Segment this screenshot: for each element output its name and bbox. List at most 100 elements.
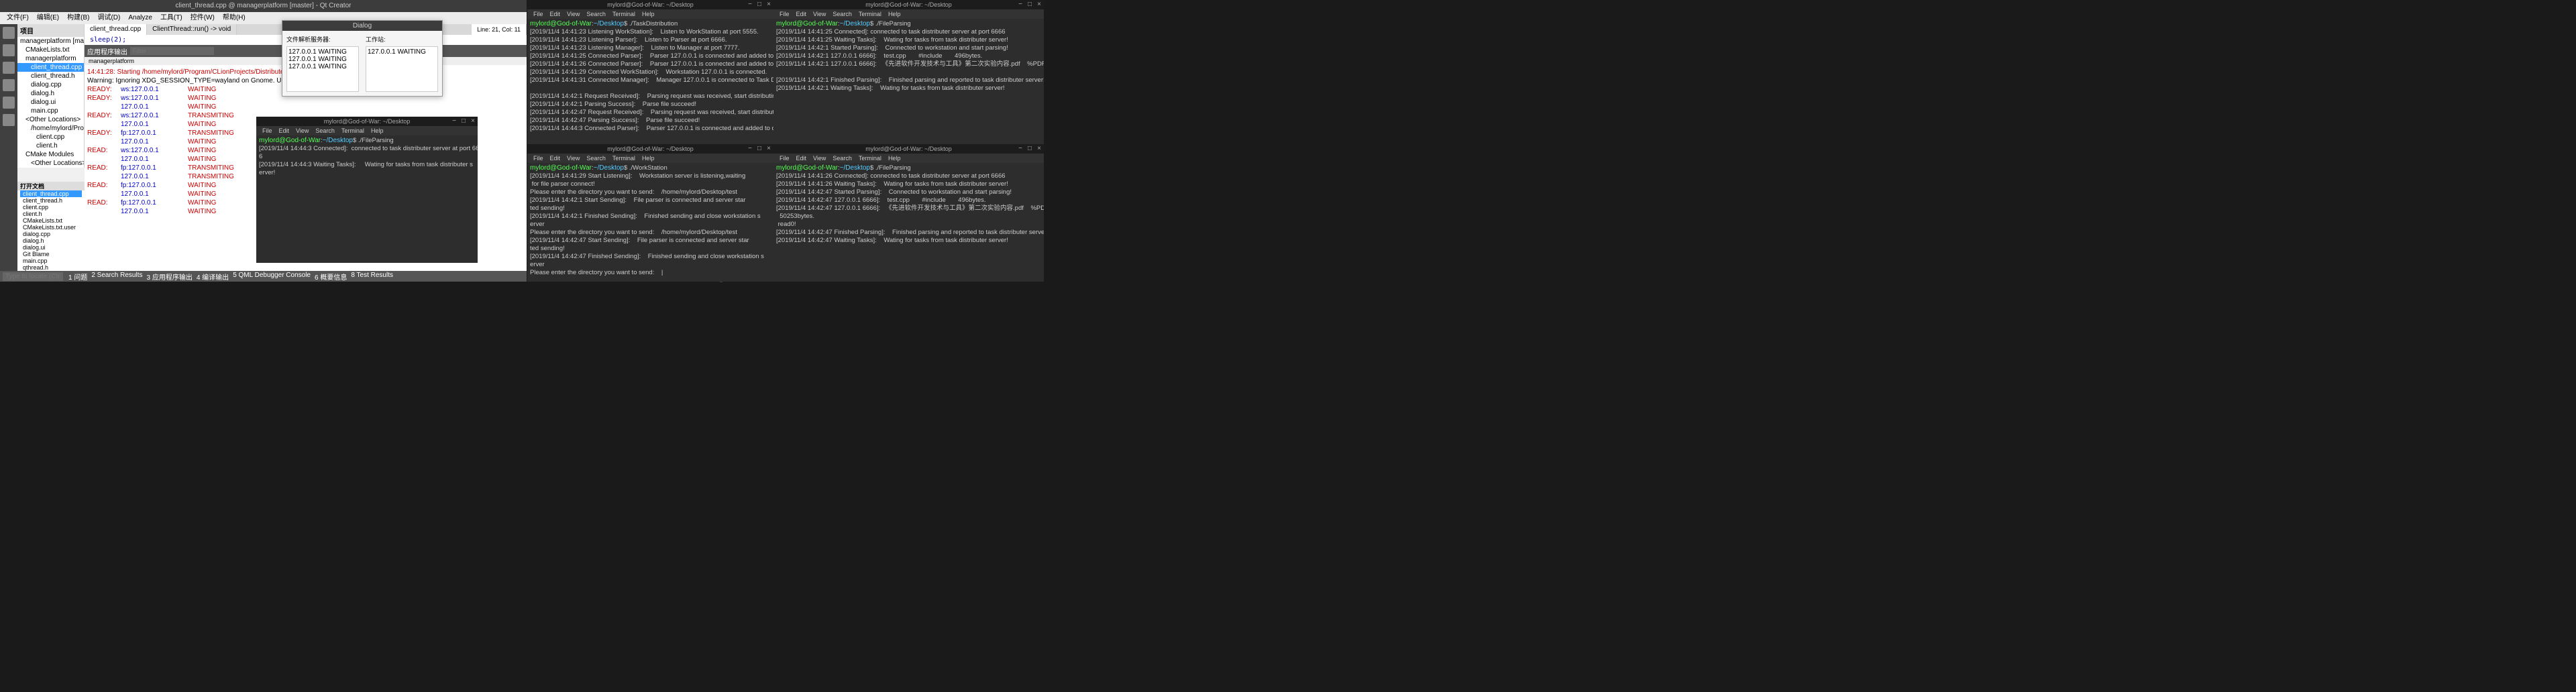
filter-input[interactable] (130, 47, 214, 55)
term-menu-item[interactable]: Help (639, 9, 658, 19)
tree-item[interactable]: CMake Modules (17, 150, 84, 159)
term-menu-item[interactable]: Search (829, 9, 855, 19)
list-item[interactable]: 127.0.0.1 WAITING (288, 63, 357, 70)
open-file-item[interactable]: dialog.ui (20, 244, 82, 251)
term-menu-item[interactable]: File (776, 9, 793, 19)
status-pane-button[interactable]: 2 Search Results (91, 272, 142, 282)
tree-item[interactable]: client.cpp (17, 133, 84, 141)
term-menu-item[interactable]: Terminal (855, 154, 885, 163)
status-pane-button[interactable]: 4 编译输出 (197, 272, 229, 282)
parser-server-list[interactable]: 127.0.0.1 WAITING127.0.0.1 WAITING127.0.… (286, 46, 359, 92)
term-menu-item[interactable]: Search (583, 9, 609, 19)
tree-item[interactable]: managerplatform (17, 54, 84, 63)
status-pane-button[interactable]: 1 问题 (68, 272, 87, 282)
list-item[interactable]: 127.0.0.1 WAITING (368, 48, 436, 56)
term-menu-item[interactable]: Terminal (338, 126, 368, 135)
menu-item[interactable]: 编辑(E) (33, 12, 63, 24)
tree-item[interactable]: dialog.ui (17, 98, 84, 107)
term-menu-item[interactable]: Edit (793, 154, 810, 163)
menu-item[interactable]: Analyze (124, 12, 156, 24)
close-icon[interactable]: × (1036, 144, 1042, 154)
design-icon[interactable] (3, 62, 15, 74)
open-file-item[interactable]: client_thread.h (20, 197, 82, 204)
menu-item[interactable]: 帮助(H) (219, 12, 250, 24)
term-menu-item[interactable]: Help (885, 154, 904, 163)
open-file-item[interactable]: main.cpp (20, 257, 82, 264)
term-menu-item[interactable]: Help (639, 154, 658, 163)
terminal-body[interactable]: mylord@God-of-War:~/Desktop$ ./FileParsi… (256, 135, 478, 178)
tree-item[interactable]: <Other Locations> (17, 115, 84, 124)
term-menu-item[interactable]: Search (829, 154, 855, 163)
maximize-icon[interactable]: □ (756, 0, 763, 9)
maximize-icon[interactable]: □ (1026, 144, 1033, 154)
terminal-taskdistribution[interactable]: mylord@God-of-War: ~/Desktop−□×FileEditV… (527, 0, 773, 144)
close-icon[interactable]: × (470, 117, 476, 126)
menu-item[interactable]: 文件(F) (3, 12, 33, 24)
tree-item[interactable]: client.h (17, 141, 84, 150)
minimize-icon[interactable]: − (747, 144, 753, 154)
open-file-item[interactable]: Git Blame (20, 251, 82, 257)
open-file-item[interactable]: dialog.cpp (20, 231, 82, 237)
open-file-item[interactable]: dialog.h (20, 237, 82, 244)
term-menu-item[interactable]: File (530, 154, 547, 163)
tree-item[interactable]: client_thread.h (17, 72, 84, 80)
tree-item[interactable]: <Other Locations> (17, 159, 84, 168)
tree-item[interactable]: client_thread.cpp (17, 63, 84, 72)
menu-item[interactable]: 调试(D) (93, 12, 124, 24)
list-item[interactable]: 127.0.0.1 WAITING (288, 48, 357, 56)
minimize-icon[interactable]: − (747, 0, 753, 9)
close-icon[interactable]: × (765, 144, 772, 154)
terminal-fileparsing-1[interactable]: mylord@God-of-War: ~/Desktop−□×FileEditV… (256, 117, 478, 263)
tree-item[interactable]: main.cpp (17, 107, 84, 115)
terminal-fileparsing-2[interactable]: mylord@God-of-War: ~/Desktop−□×FileEditV… (773, 0, 1044, 144)
tree-item[interactable]: dialog.cpp (17, 80, 84, 89)
term-menu-item[interactable]: Edit (793, 9, 810, 19)
term-menu-item[interactable]: Search (583, 154, 609, 163)
term-menu-item[interactable]: View (564, 154, 583, 163)
terminal-body[interactable]: mylord@God-of-War:~/Desktop$ ./FileParsi… (773, 163, 1044, 246)
open-file-item[interactable]: client.cpp (20, 204, 82, 211)
edit-icon[interactable] (3, 44, 15, 56)
breadcrumb[interactable]: ClientThread::run() -> void (147, 24, 237, 35)
projects-icon[interactable] (3, 97, 15, 109)
menu-item[interactable]: 工具(T) (156, 12, 186, 24)
term-menu-item[interactable]: View (564, 9, 583, 19)
open-file-item[interactable]: client_thread.cpp (20, 190, 82, 197)
close-icon[interactable]: × (765, 0, 772, 9)
debug-icon[interactable] (3, 79, 15, 91)
maximize-icon[interactable]: □ (460, 117, 467, 126)
terminal-fileparsing-3[interactable]: mylord@God-of-War: ~/Desktop−□×FileEditV… (773, 144, 1044, 282)
term-menu-item[interactable]: File (776, 154, 793, 163)
tree-item[interactable]: managerplatform [master (17, 37, 84, 46)
output-tab-label[interactable]: 应用程序输出 (87, 46, 127, 56)
maximize-icon[interactable]: □ (1026, 0, 1033, 9)
minimize-icon[interactable]: − (1017, 0, 1024, 9)
open-file-item[interactable]: CMakeLists.txt (20, 217, 82, 224)
editor-tab[interactable]: client_thread.cpp (85, 24, 147, 35)
welcome-icon[interactable] (3, 27, 15, 39)
dialog-window[interactable]: Dialog 文件解析服务器: 127.0.0.1 WAITING127.0.0… (282, 20, 443, 97)
locator-input[interactable] (3, 272, 63, 281)
term-menu-item[interactable]: Edit (276, 126, 293, 135)
list-item[interactable]: 127.0.0.1 WAITING (288, 56, 357, 63)
terminal-body[interactable]: mylord@God-of-War:~/Desktop$ ./FileParsi… (773, 19, 1044, 94)
open-file-item[interactable]: CMakeLists.txt.user (20, 224, 82, 231)
term-menu-item[interactable]: Terminal (855, 9, 885, 19)
term-menu-item[interactable]: Help (368, 126, 387, 135)
term-menu-item[interactable]: View (810, 9, 829, 19)
term-menu-item[interactable]: Help (885, 9, 904, 19)
term-menu-item[interactable]: Edit (547, 9, 564, 19)
term-menu-item[interactable]: Terminal (609, 9, 639, 19)
term-menu-item[interactable]: View (292, 126, 312, 135)
tree-item[interactable]: /home/mylord/Prog (17, 124, 84, 133)
minimize-icon[interactable]: − (451, 117, 458, 126)
workstation-list[interactable]: 127.0.0.1 WAITING (366, 46, 438, 92)
terminal-body[interactable]: mylord@God-of-War:~/Desktop$ ./TaskDistr… (527, 19, 773, 134)
close-icon[interactable]: × (1036, 0, 1042, 9)
term-menu-item[interactable]: View (810, 154, 829, 163)
maximize-icon[interactable]: □ (756, 144, 763, 154)
term-menu-item[interactable]: File (259, 126, 276, 135)
terminal-workstation[interactable]: mylord@God-of-War: ~/Desktop−□×FileEditV… (527, 144, 773, 282)
menu-item[interactable]: 控件(W) (186, 12, 219, 24)
help-icon[interactable] (3, 114, 15, 126)
